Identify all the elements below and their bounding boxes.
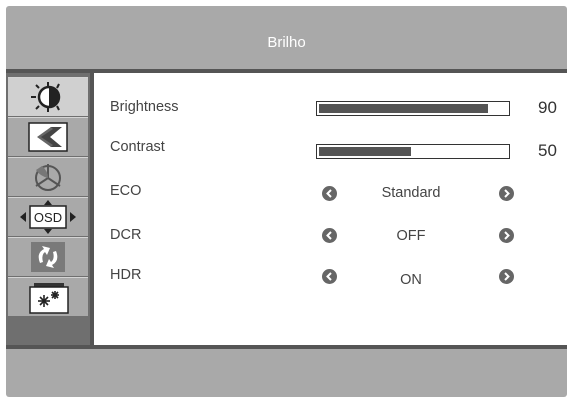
osd-footer bbox=[6, 349, 567, 397]
eco-prev-button[interactable] bbox=[322, 186, 337, 201]
contrast-slider-fill bbox=[319, 147, 411, 156]
eco-value: Standard bbox=[381, 185, 441, 201]
brightness-value: 90 bbox=[538, 98, 557, 117]
sidebar-item-brightness[interactable] bbox=[8, 77, 88, 116]
osd-header: Brilho bbox=[6, 6, 567, 69]
picture-icon bbox=[28, 122, 68, 152]
chevron-right-icon bbox=[504, 272, 510, 281]
brightness-slider-fill bbox=[319, 104, 488, 113]
misc-icon bbox=[29, 283, 69, 314]
sidebar-item-reset[interactable] bbox=[8, 237, 88, 276]
brightness-slider[interactable] bbox=[316, 101, 510, 116]
color-icon bbox=[35, 164, 61, 191]
osd-icon-label: OSD bbox=[34, 210, 62, 225]
sidebar: OSD bbox=[6, 73, 90, 345]
eco-label: ECO bbox=[110, 183, 142, 199]
dcr-next-button[interactable] bbox=[499, 228, 514, 243]
chevron-right-icon bbox=[504, 189, 510, 198]
osd-settings-icon: OSD bbox=[20, 200, 76, 234]
sidebar-item-color[interactable] bbox=[8, 157, 88, 196]
sidebar-item-osd[interactable]: OSD bbox=[8, 197, 88, 236]
sidebar-item-picture[interactable] bbox=[8, 117, 88, 156]
chevron-left-icon bbox=[326, 189, 332, 198]
menu-title: Brilho bbox=[267, 34, 306, 51]
hdr-prev-button[interactable] bbox=[322, 269, 337, 284]
osd-menu: Brilho OSD Brightness 90 Contrast 50 ECO… bbox=[6, 6, 567, 397]
dcr-label: DCR bbox=[110, 227, 142, 243]
eco-next-button[interactable] bbox=[499, 186, 514, 201]
contrast-value: 50 bbox=[538, 141, 557, 160]
chevron-right-icon bbox=[504, 231, 510, 240]
sidebar-item-misc[interactable] bbox=[8, 277, 88, 316]
hdr-value: ON bbox=[400, 272, 422, 288]
chevron-left-icon bbox=[326, 231, 332, 240]
dcr-prev-button[interactable] bbox=[322, 228, 337, 243]
chevron-left-icon bbox=[326, 272, 332, 281]
settings-panel: Brightness 90 Contrast 50 ECO Standard D… bbox=[94, 73, 567, 345]
hdr-next-button[interactable] bbox=[499, 269, 514, 284]
hdr-label: HDR bbox=[110, 267, 142, 283]
brightness-icon bbox=[31, 82, 61, 112]
reset-icon bbox=[31, 242, 65, 272]
contrast-label: Contrast bbox=[110, 139, 165, 155]
brightness-label: Brightness bbox=[110, 99, 179, 115]
dcr-value: OFF bbox=[396, 228, 426, 244]
contrast-slider[interactable] bbox=[316, 144, 510, 159]
